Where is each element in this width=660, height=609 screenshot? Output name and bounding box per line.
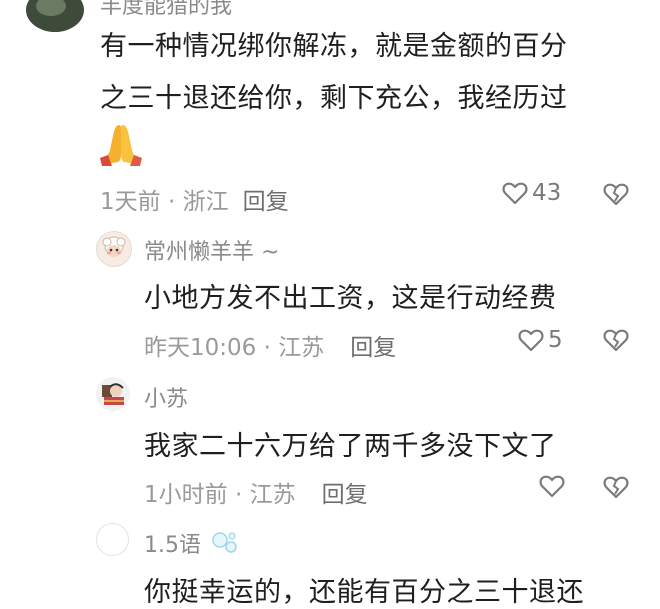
heart-icon — [539, 474, 565, 498]
heart-icon — [502, 181, 528, 205]
comment-text-line-1: 有一种情况绑你解冻，就是金额的百分 — [100, 31, 568, 62]
avatar[interactable] — [96, 231, 132, 267]
reply-meta: 1小时前 · 江苏 回复 — [144, 475, 368, 509]
commenter-name-text: 1.5语 — [144, 533, 201, 558]
commenter-name[interactable]: 小苏 — [144, 381, 188, 413]
commenter-name[interactable]: 常州懒羊羊 ~ — [144, 234, 279, 266]
comment-time-location: 1天前 · 浙江 — [100, 189, 229, 215]
like-button[interactable]: 5 — [518, 327, 563, 353]
dislike-button[interactable] — [603, 328, 629, 352]
like-count: 43 — [532, 180, 562, 206]
folded-hands-icon — [98, 122, 144, 170]
reply-button[interactable]: 回复 — [322, 482, 368, 508]
cartoon-avatar-icon — [102, 383, 124, 405]
reply-button[interactable]: 回复 — [243, 189, 289, 215]
avatar[interactable] — [96, 523, 129, 556]
comment-text-line-2: 之三十退还给你，剩下充公，我经历过 — [100, 83, 568, 114]
dislike-button[interactable] — [603, 182, 629, 206]
broken-heart-icon — [603, 182, 629, 206]
like-button[interactable] — [539, 474, 565, 498]
reply-time-location: 1小时前 · 江苏 — [144, 482, 296, 508]
commenter-name[interactable]: 丰度能猎的我 — [100, 0, 232, 20]
reply-time-location: 昨天10:06 · 江苏 — [144, 335, 325, 361]
dislike-button[interactable] — [603, 475, 629, 499]
comment-meta: 1天前 · 浙江 回复 — [100, 182, 289, 216]
like-count: 5 — [548, 327, 563, 353]
sheep-avatar-icon — [102, 236, 126, 257]
reply-text: 我家二十六万给了两千多没下文了 — [144, 431, 557, 462]
avatar[interactable] — [26, 0, 84, 32]
broken-heart-icon — [603, 328, 629, 352]
heart-icon — [518, 328, 544, 352]
broken-heart-icon — [603, 475, 629, 499]
avatar[interactable] — [96, 377, 130, 411]
commenter-name[interactable]: 1.5语 — [144, 527, 240, 562]
reply-text: 你挺幸运的，还能有百分之三十退还 — [144, 577, 584, 608]
reply-text: 小地方发不出工资，这是行动经费 — [144, 283, 557, 314]
reply-meta: 昨天10:06 · 江苏 回复 — [144, 328, 396, 362]
reply-button[interactable]: 回复 — [350, 335, 396, 361]
bubbles-icon — [210, 530, 240, 562]
like-button[interactable]: 43 — [502, 180, 561, 206]
